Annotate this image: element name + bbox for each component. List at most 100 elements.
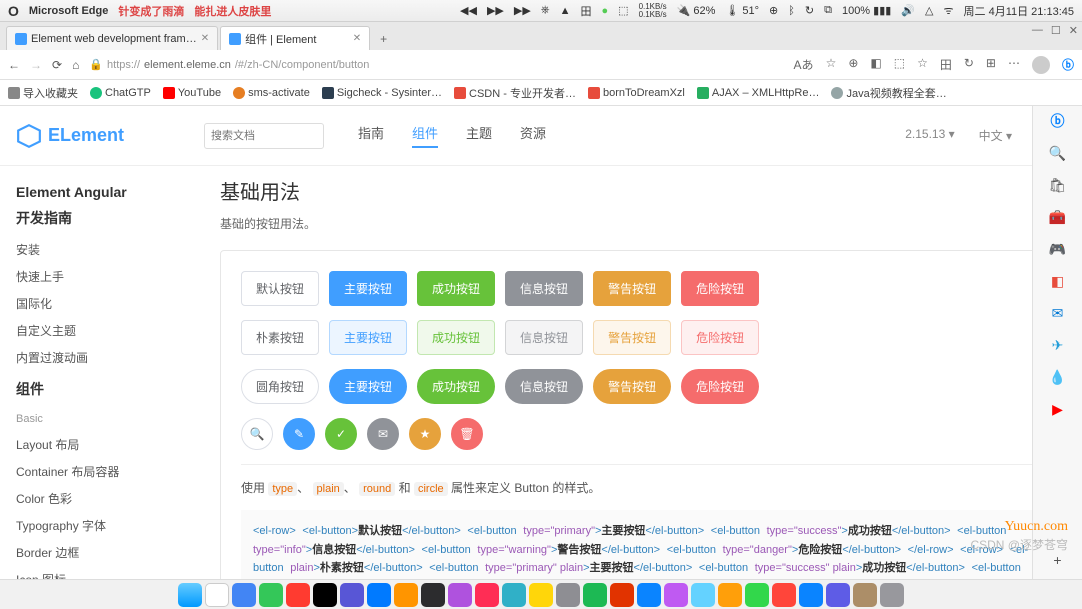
mail-icon-button[interactable]: ✉: [367, 418, 399, 450]
bm-chatgtp[interactable]: ChatGTP: [90, 87, 151, 99]
bm-born[interactable]: bornToDreamXzl: [588, 87, 685, 99]
bm-java[interactable]: Java视频教程全套…: [831, 85, 946, 101]
dock-app[interactable]: [718, 583, 742, 607]
menu-icon[interactable]: ⋯: [1008, 56, 1020, 74]
dock-app[interactable]: [529, 583, 553, 607]
drops-icon[interactable]: 💧: [1049, 368, 1067, 386]
close-button[interactable]: ✕: [1069, 24, 1078, 37]
minimize-button[interactable]: —: [1032, 24, 1043, 37]
dock-app[interactable]: [367, 583, 391, 607]
plain-button[interactable]: 朴素按钮: [241, 320, 319, 355]
youtube-icon[interactable]: ▶: [1049, 400, 1067, 418]
ext-icon[interactable]: ↻: [964, 56, 974, 74]
dock-app[interactable]: [313, 583, 337, 607]
dock-app[interactable]: [259, 583, 283, 607]
sidebar-item[interactable]: 安装: [16, 236, 184, 263]
default-button[interactable]: 默认按钮: [241, 271, 319, 306]
bing-icon[interactable]: ⓑ: [1049, 112, 1067, 130]
element-logo[interactable]: ELement: [16, 123, 124, 149]
dock-app[interactable]: [556, 583, 580, 607]
ext-icon[interactable]: ◧: [870, 56, 881, 74]
plain-success-button[interactable]: 成功按钮: [417, 320, 495, 355]
warning-button[interactable]: 警告按钮: [593, 271, 671, 306]
lang-select[interactable]: 中文 ▾: [979, 127, 1012, 144]
dock-app[interactable]: [799, 583, 823, 607]
sidebar-item[interactable]: Icon 图标: [16, 566, 184, 579]
round-warning-button[interactable]: 警告按钮: [593, 369, 671, 404]
ext-icon[interactable]: ⬚: [894, 56, 905, 74]
dock-app[interactable]: [394, 583, 418, 607]
dock-app[interactable]: [448, 583, 472, 607]
refresh-button[interactable]: ⟳: [52, 58, 62, 72]
tools-icon[interactable]: 🧰: [1049, 208, 1067, 226]
delete-icon-button[interactable]: 🗑: [451, 418, 483, 450]
profile-icon[interactable]: [1032, 56, 1050, 74]
close-icon[interactable]: ✕: [201, 33, 209, 44]
sidebar-item[interactable]: Container 布局容器: [16, 458, 184, 485]
bm-sigcheck[interactable]: Sigcheck - Sysinter…: [322, 87, 442, 99]
dock-app[interactable]: [664, 583, 688, 607]
media-play-icon[interactable]: ▶▶: [487, 4, 504, 17]
bm-sms[interactable]: sms-activate: [233, 87, 310, 99]
round-button[interactable]: 圆角按钮: [241, 369, 319, 404]
check-icon-button[interactable]: ✓: [325, 418, 357, 450]
dock-app[interactable]: [205, 583, 229, 607]
dock-app[interactable]: [583, 583, 607, 607]
sidebar-item[interactable]: Border 边框: [16, 539, 184, 566]
ext-icon[interactable]: 田: [940, 56, 952, 74]
bm-youtube[interactable]: YouTube: [163, 87, 221, 99]
dock-app[interactable]: [340, 583, 364, 607]
round-success-button[interactable]: 成功按钮: [417, 369, 495, 404]
tab-1[interactable]: 组件 | Element ✕: [220, 26, 370, 50]
star-icon-button[interactable]: ★: [409, 418, 441, 450]
bm-import[interactable]: 导入收藏夹: [8, 85, 78, 101]
bm-csdn[interactable]: CSDN - 专业开发者…: [454, 85, 576, 101]
home-button[interactable]: ⌂: [72, 58, 79, 72]
dock-app[interactable]: [880, 583, 904, 607]
bm-ajax[interactable]: AJAX – XMLHttpRe…: [697, 87, 820, 99]
round-info-button[interactable]: 信息按钮: [505, 369, 583, 404]
back-button[interactable]: ←: [8, 58, 20, 72]
favorites-icon[interactable]: ☆: [917, 56, 928, 74]
sidebar-item[interactable]: Typography 字体: [16, 512, 184, 539]
dock-app[interactable]: [610, 583, 634, 607]
dock-app[interactable]: [745, 583, 769, 607]
round-danger-button[interactable]: 危险按钮: [681, 369, 759, 404]
dock-app[interactable]: [475, 583, 499, 607]
sidebar-item[interactable]: 内置过渡动画: [16, 344, 184, 371]
url-field[interactable]: 🔒 https://element.eleme.cn/#/zh-CN/compo…: [89, 58, 783, 71]
dock-app[interactable]: [772, 583, 796, 607]
tab-0[interactable]: Element web development fram… ✕: [6, 26, 218, 50]
collections-icon[interactable]: ⊞: [986, 56, 996, 74]
plain-warning-button[interactable]: 警告按钮: [593, 320, 671, 355]
plain-danger-button[interactable]: 危险按钮: [681, 320, 759, 355]
new-tab-button[interactable]: +: [372, 28, 395, 50]
maximize-button[interactable]: ☐: [1051, 24, 1061, 37]
dock-app[interactable]: [286, 583, 310, 607]
version-select[interactable]: 2.15.13 ▾: [905, 127, 954, 144]
media-prev-icon[interactable]: ◀◀: [460, 4, 477, 17]
media-next-icon[interactable]: ▶▶: [514, 4, 531, 17]
primary-button[interactable]: 主要按钮: [329, 271, 407, 306]
code-block[interactable]: <el-row> <el-button>默认按钮</el-button> <el…: [241, 510, 1041, 579]
sidebar-item[interactable]: Color 色彩: [16, 485, 184, 512]
sidebar-item[interactable]: Layout 布局: [16, 431, 184, 458]
add-icon[interactable]: +: [1049, 551, 1067, 569]
close-icon[interactable]: ✕: [353, 33, 361, 44]
sidebar-item[interactable]: 快速上手: [16, 263, 184, 290]
search-icon-button[interactable]: 🔍: [241, 418, 273, 450]
plain-primary-button[interactable]: 主要按钮: [329, 320, 407, 355]
copilot-icon[interactable]: ⓑ: [1062, 56, 1074, 74]
search-icon[interactable]: 🔍: [1049, 144, 1067, 162]
nav-resource[interactable]: 资源: [520, 123, 546, 148]
telegram-icon[interactable]: ✈: [1049, 336, 1067, 354]
dock-app[interactable]: [826, 583, 850, 607]
edit-icon-button[interactable]: ✎: [283, 418, 315, 450]
games-icon[interactable]: 🎮: [1049, 240, 1067, 258]
round-primary-button[interactable]: 主要按钮: [329, 369, 407, 404]
dock-app[interactable]: [178, 583, 202, 607]
plain-info-button[interactable]: 信息按钮: [505, 320, 583, 355]
info-button[interactable]: 信息按钮: [505, 271, 583, 306]
shopping-icon[interactable]: 🛍: [1049, 176, 1067, 194]
sidebar-item[interactable]: 国际化: [16, 290, 184, 317]
